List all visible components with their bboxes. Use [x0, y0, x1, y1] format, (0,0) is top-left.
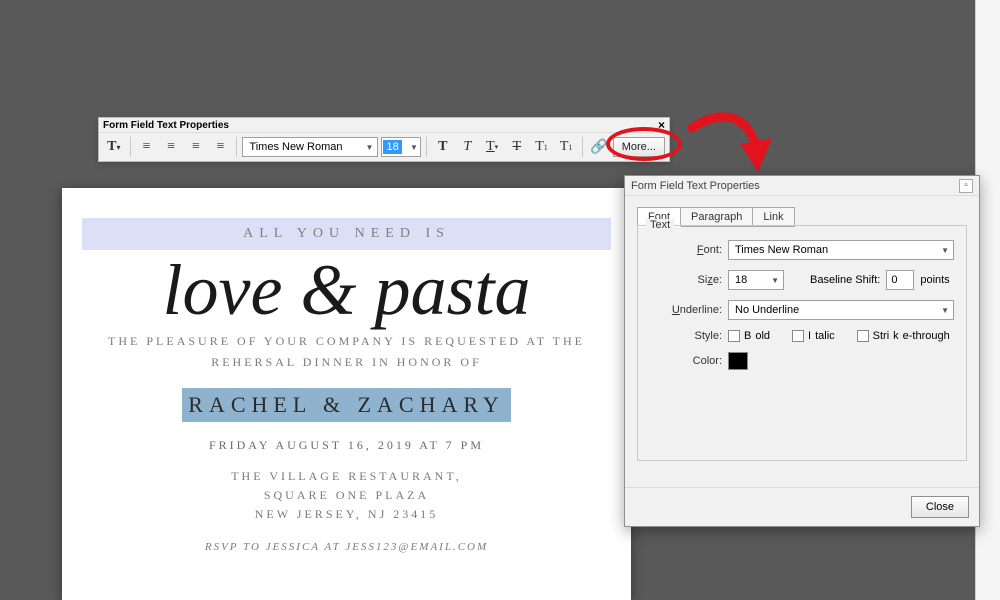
italic-checkbox[interactable]: Italic	[792, 330, 835, 342]
text-properties-dialog: Form Field Text Properties ▫ Font Paragr…	[624, 175, 980, 527]
chevron-down-icon: ▼	[941, 246, 949, 255]
font-size-combo[interactable]: 18 ▼	[381, 137, 420, 157]
bold-icon[interactable]: T	[432, 136, 454, 158]
tab-link[interactable]: Link	[753, 207, 794, 227]
separator	[582, 137, 583, 157]
font-family-combo[interactable]: Times New Roman ▼	[242, 137, 378, 157]
chevron-down-icon: ▼	[941, 306, 949, 315]
points-label: points	[920, 274, 949, 286]
baseline-input[interactable]	[886, 270, 914, 290]
rsvp-line: RSVP TO JESSICA AT JESS123@EMAIL.COM	[82, 541, 611, 553]
toolbar-controls: T▾ ≡ ≡ ≡ ≡ Times New Roman ▼ 18 ▼ T T T▾…	[99, 133, 669, 161]
font-dropdown-value: Times New Roman	[735, 244, 828, 256]
strike-checkbox[interactable]: Strike-through	[857, 330, 950, 342]
align-right-icon[interactable]: ≡	[185, 136, 207, 158]
text-group: Text Font: Times New Roman ▼ Size: 18 ▼ …	[637, 225, 967, 461]
align-left-icon[interactable]: ≡	[136, 136, 158, 158]
underline-icon[interactable]: T▾	[481, 136, 503, 158]
dialog-footer: Close	[625, 487, 979, 526]
toolbar-titlebar[interactable]: Form Field Text Properties ×	[99, 118, 669, 133]
color-label: Color:	[650, 355, 722, 367]
body-line-2: REHERSAL DINNER IN HONOR OF	[82, 355, 611, 370]
hyperlink-icon[interactable]: 🔗	[588, 136, 610, 158]
chevron-down-icon: ▼	[771, 276, 779, 285]
subscript-icon[interactable]: T1	[555, 136, 577, 158]
toolbar-close-button[interactable]: ×	[658, 120, 665, 130]
names-highlight[interactable]: RACHEL & ZACHARY	[182, 388, 510, 422]
close-button[interactable]: Close	[911, 496, 969, 518]
dialog-close-button[interactable]: ▫	[959, 179, 973, 193]
dialog-body: Font Paragraph Link Text Font: Times New…	[625, 196, 979, 487]
address-line-3: NEW JERSEY, NJ 23415	[82, 505, 611, 524]
underline-dropdown[interactable]: No Underline ▼	[728, 300, 954, 320]
baseline-label: Baseline Shift:	[810, 274, 880, 286]
toolbar-title: Form Field Text Properties	[103, 120, 229, 131]
underline-value: No Underline	[735, 304, 799, 316]
font-dropdown[interactable]: Times New Roman ▼	[728, 240, 954, 260]
superscript-icon[interactable]: T1	[531, 136, 553, 158]
separator	[130, 137, 131, 157]
separator	[426, 137, 427, 157]
group-legend: Text	[646, 219, 674, 231]
size-dropdown[interactable]: 18 ▼	[728, 270, 784, 290]
text-properties-toolbar: Form Field Text Properties × T▾ ≡ ≡ ≡ ≡ …	[98, 117, 670, 162]
align-center-icon[interactable]: ≡	[160, 136, 182, 158]
chevron-down-icon: ▼	[410, 143, 418, 152]
font-label: Font:	[650, 244, 722, 256]
font-size-value: 18	[383, 140, 401, 154]
separator	[236, 137, 237, 157]
script-title: love & pasta	[82, 254, 611, 326]
size-label: Size:	[650, 274, 722, 286]
align-justify-icon[interactable]: ≡	[210, 136, 232, 158]
annotation-arrow-icon	[688, 106, 778, 186]
style-label: Style:	[650, 330, 722, 342]
underline-label: Underline:	[650, 304, 722, 316]
dialog-titlebar[interactable]: Form Field Text Properties ▫	[625, 176, 979, 196]
body-line-1: THE PLEASURE OF YOUR COMPANY IS REQUESTE…	[82, 334, 611, 349]
strikethrough-icon[interactable]: T	[506, 136, 528, 158]
bold-checkbox[interactable]: Bold	[728, 330, 770, 342]
size-value: 18	[735, 274, 747, 286]
text-color-icon[interactable]: T▾	[103, 136, 125, 158]
dialog-tabs: Font Paragraph Link	[637, 206, 967, 226]
font-family-value: Times New Roman	[249, 141, 342, 153]
italic-icon[interactable]: T	[457, 136, 479, 158]
heading-band: ALL YOU NEED IS	[82, 218, 611, 250]
more-button[interactable]: More...	[613, 137, 665, 157]
tab-paragraph[interactable]: Paragraph	[681, 207, 753, 227]
address-line-1: THE VILLAGE RESTAURANT,	[82, 467, 611, 486]
dialog-title-text: Form Field Text Properties	[631, 180, 760, 192]
document-page[interactable]: ALL YOU NEED IS love & pasta THE PLEASUR…	[62, 188, 631, 600]
color-swatch[interactable]	[728, 352, 748, 370]
date-line: FRIDAY AUGUST 16, 2019 AT 7 PM	[82, 438, 611, 453]
address-line-2: SQUARE ONE PLAZA	[82, 486, 611, 505]
chevron-down-icon: ▼	[366, 143, 374, 152]
